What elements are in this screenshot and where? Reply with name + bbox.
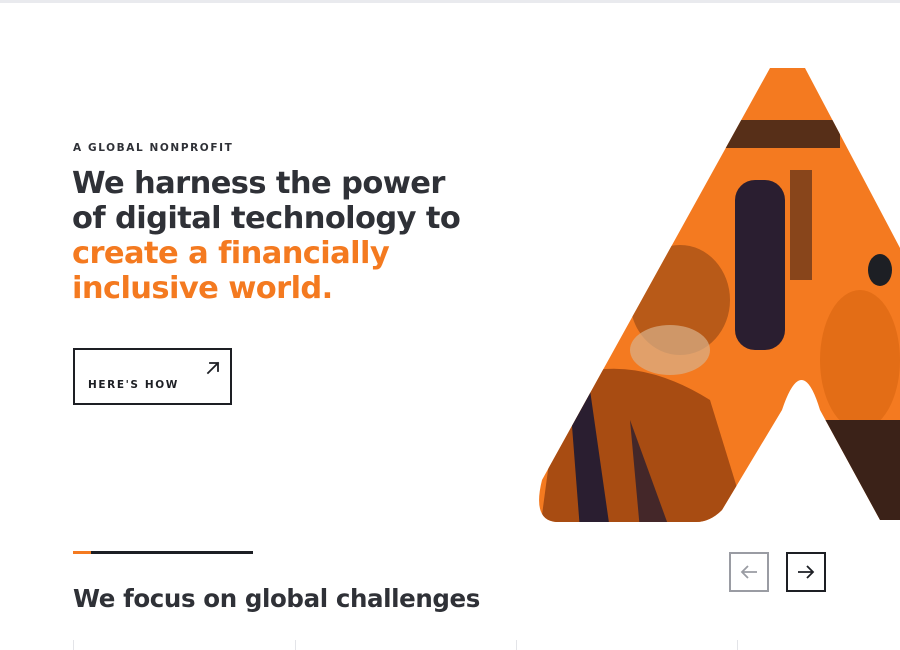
column-divider <box>73 640 74 650</box>
hero-headline: We harness the power of digital technolo… <box>72 166 492 306</box>
carousel-progress-fill <box>73 551 91 554</box>
section-title: We focus on global challenges <box>73 584 480 613</box>
column-divider <box>516 640 517 650</box>
column-divider <box>737 640 738 650</box>
heres-how-label: HERE'S HOW <box>88 379 179 391</box>
carousel-progress <box>73 551 253 554</box>
next-slide-button[interactable] <box>786 552 826 592</box>
column-divider <box>295 640 296 650</box>
hero-eyebrow: A GLOBAL NONPROFIT <box>73 142 234 154</box>
heres-how-button[interactable]: HERE'S HOW <box>73 348 232 405</box>
hero-image <box>539 68 900 522</box>
headline-line-3: create a financially <box>72 236 390 271</box>
arrow-up-right-icon <box>206 361 220 375</box>
headline-line-4: inclusive world. <box>72 271 333 306</box>
headline-line-2: of digital technology to <box>72 201 461 236</box>
headline-line-1: We harness the power <box>72 166 445 201</box>
previous-slide-button[interactable] <box>729 552 769 592</box>
arrow-left-icon <box>740 565 757 579</box>
top-divider <box>0 0 900 3</box>
arrow-right-icon <box>798 565 815 579</box>
